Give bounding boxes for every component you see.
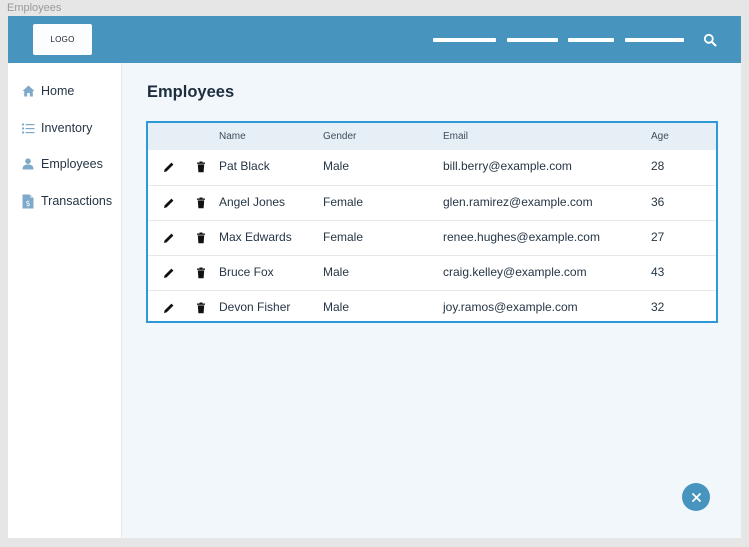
cell-email: craig.kelley@example.com xyxy=(443,265,587,279)
top-header: LOGO xyxy=(8,16,741,63)
search-icon[interactable] xyxy=(703,33,717,47)
cell-gender: Male xyxy=(323,265,350,279)
cell-email: joy.ramos@example.com xyxy=(443,300,578,314)
cell-email: bill.berry@example.com xyxy=(443,159,572,173)
edit-pencil-icon[interactable] xyxy=(163,160,175,172)
cell-age: 32 xyxy=(651,300,665,314)
cell-name: Angel Jones xyxy=(219,195,286,209)
cell-age: 27 xyxy=(651,230,665,244)
cell-gender: Female xyxy=(323,230,364,244)
page-title: Employees xyxy=(147,83,235,101)
table-row: Bruce Fox Male craig.kelley@example.com … xyxy=(148,255,716,290)
sidebar-item-employees[interactable]: Employees xyxy=(21,154,121,174)
table-row: Max Edwards Female renee.hughes@example.… xyxy=(148,220,716,255)
cell-age: 43 xyxy=(651,265,665,279)
window-title: Employees xyxy=(7,2,62,14)
sidebar-item-inventory[interactable]: Inventory xyxy=(21,118,121,138)
nav-link-4[interactable] xyxy=(625,38,684,42)
cell-email: renee.hughes@example.com xyxy=(443,230,600,244)
home-icon xyxy=(21,84,35,98)
cell-name: Max Edwards xyxy=(219,230,292,244)
table-header: Name Gender Email Age xyxy=(148,123,716,150)
edit-pencil-icon[interactable] xyxy=(163,196,175,208)
close-fab-button[interactable] xyxy=(682,483,710,511)
nav-link-1[interactable] xyxy=(433,38,496,42)
sidebar: Home Inventory Employees $ Transactions xyxy=(8,63,122,538)
document-dollar-icon: $ xyxy=(21,194,35,208)
cell-gender: Male xyxy=(323,159,350,173)
cell-age: 28 xyxy=(651,159,665,173)
list-icon xyxy=(21,121,35,135)
cell-gender: Female xyxy=(323,195,364,209)
close-icon xyxy=(691,492,701,502)
delete-trash-icon[interactable] xyxy=(195,196,207,209)
edit-pencil-icon[interactable] xyxy=(163,231,175,243)
svg-text:$: $ xyxy=(26,199,31,208)
sidebar-item-label: Employees xyxy=(41,157,103,171)
employees-table: Name Gender Email Age Pat Black Male bil… xyxy=(146,121,718,323)
delete-trash-icon[interactable] xyxy=(195,266,207,279)
cell-gender: Male xyxy=(323,300,350,314)
cell-email: glen.ramirez@example.com xyxy=(443,195,593,209)
nav-link-2[interactable] xyxy=(507,38,558,42)
sidebar-item-label: Home xyxy=(41,84,75,98)
sidebar-item-label: Transactions xyxy=(41,194,113,208)
sidebar-item-home[interactable]: Home xyxy=(21,81,121,101)
column-header-email[interactable]: Email xyxy=(443,131,468,142)
cell-name: Bruce Fox xyxy=(219,265,274,279)
cell-age: 36 xyxy=(651,195,665,209)
logo[interactable]: LOGO xyxy=(33,24,92,55)
delete-trash-icon[interactable] xyxy=(195,231,207,244)
app-window: LOGO Home Inventory Employees $ Transact… xyxy=(8,16,741,538)
cell-name: Devon Fisher xyxy=(219,300,291,314)
column-header-age[interactable]: Age xyxy=(651,131,669,142)
delete-trash-icon[interactable] xyxy=(195,301,207,314)
column-header-gender[interactable]: Gender xyxy=(323,131,356,142)
table-row: Devon Fisher Male joy.ramos@example.com … xyxy=(148,290,716,325)
table-row: Angel Jones Female glen.ramirez@example.… xyxy=(148,185,716,220)
edit-pencil-icon[interactable] xyxy=(163,301,175,313)
delete-trash-icon[interactable] xyxy=(195,160,207,173)
nav-link-3[interactable] xyxy=(568,38,614,42)
sidebar-item-label: Inventory xyxy=(41,121,93,135)
edit-pencil-icon[interactable] xyxy=(163,266,175,278)
person-icon xyxy=(21,157,35,171)
sidebar-item-transactions[interactable]: $ Transactions xyxy=(21,191,121,211)
cell-name: Pat Black xyxy=(219,159,270,173)
column-header-name[interactable]: Name xyxy=(219,131,246,142)
table-row: Pat Black Male bill.berry@example.com 28 xyxy=(148,150,716,185)
